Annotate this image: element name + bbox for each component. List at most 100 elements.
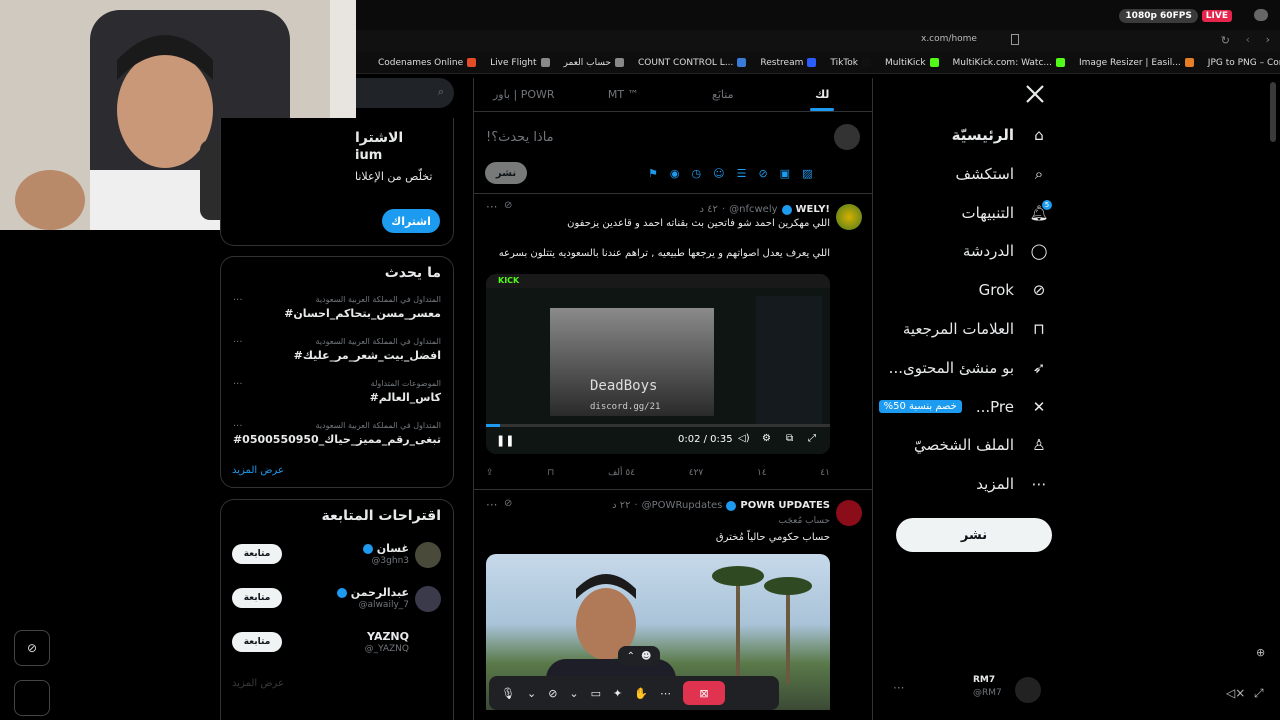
more-icon[interactable]: ··· — [486, 498, 497, 512]
forward-icon[interactable]: › — [1266, 33, 1270, 46]
trend-more-icon[interactable]: ··· — [233, 379, 243, 390]
suggestion-name-row[interactable]: غسان — [362, 542, 409, 555]
trend-more-icon[interactable]: ··· — [233, 295, 243, 306]
trend-name[interactable]: #كاس_العالم — [370, 391, 441, 404]
pause-icon[interactable]: ❚❚ — [496, 434, 514, 447]
gif-icon[interactable]: ▣ — [780, 167, 790, 180]
tweet-video[interactable]: KICK DeadBoys discord.gg/21 ❚❚ 0:02 / 0:… — [486, 274, 830, 454]
pip-icon[interactable]: ⧉ — [786, 433, 793, 444]
nav-item-9[interactable]: المزيد ⋯ — [976, 473, 1050, 495]
account-switcher[interactable]: ··· RM7 @RM7 — [885, 675, 1045, 703]
x-logo-icon[interactable] — [1025, 84, 1045, 107]
back-icon[interactable]: ‹ — [1246, 33, 1250, 46]
fullscreen-icon[interactable]: ⤢ — [808, 433, 816, 444]
present-icon[interactable]: ▭ — [591, 687, 601, 700]
mute-icon[interactable]: ◁× — [1226, 686, 1245, 700]
address-bar[interactable]: x.com/home ↻ ‹ › — [356, 30, 1280, 52]
bookmark-item[interactable]: MultiKick — [885, 58, 939, 68]
trends-show-more[interactable]: عرض المزيد — [232, 465, 284, 476]
bookmark-item[interactable]: Codenames Online — [378, 58, 477, 68]
tab-for-you[interactable]: لك — [773, 78, 873, 111]
settings-icon[interactable]: ⚙ — [762, 433, 771, 444]
like-count[interactable]: ٤٢٧ — [689, 468, 704, 478]
avatar[interactable] — [415, 542, 441, 568]
nav-item-5[interactable]: العلامات المرجعية ⊓ — [903, 318, 1050, 340]
premium-body: تخلّص من الإعلانا — [355, 170, 433, 183]
nav-item-4[interactable]: Grok ⊘ — [979, 279, 1050, 301]
trend-more-icon[interactable]: ··· — [233, 421, 243, 432]
views-count[interactable]: ٥٤ ألف — [608, 468, 635, 478]
grok-icon[interactable]: ⊘ — [504, 200, 512, 211]
zoom-icon[interactable]: ⊕ — [1256, 646, 1265, 659]
stop-share-button[interactable]: ⊠ — [682, 681, 725, 705]
more-icon[interactable]: ··· — [486, 200, 497, 214]
nav-label: ...Pre — [975, 397, 1014, 416]
nav-item-1[interactable]: استكشف ⌕ — [956, 163, 1050, 185]
effects-icon[interactable]: ✦ — [613, 687, 622, 700]
bookmark-star-icon[interactable] — [1011, 34, 1019, 45]
scrollbar[interactable] — [1270, 82, 1276, 142]
schedule-icon[interactable]: ◷ — [691, 167, 701, 180]
fullscreen-icon[interactable]: ⤢ — [1254, 686, 1264, 701]
subscribe-button[interactable]: اشتراك — [382, 209, 440, 233]
trend-name[interactable]: #افضل_بيت_شعر_مر_عليك — [294, 349, 441, 362]
trend-more-icon[interactable]: ··· — [233, 337, 243, 348]
follow-button[interactable]: متابعة — [232, 588, 282, 608]
trend-name[interactable]: #تبغى_رقم_مميز_حياك_0500550950 — [233, 433, 441, 446]
trend-name[interactable]: #معسر_مسن_بتحاكم_احسان — [284, 307, 441, 320]
poll-icon[interactable]: ☰ — [737, 167, 747, 180]
nav-item-7[interactable]: %50 خصم بنسبة ...Pre ✕ — [878, 396, 1050, 418]
bookmark-item[interactable]: COUNT CONTROL L... — [638, 58, 747, 68]
search-input[interactable]: ⌕ — [356, 78, 454, 108]
nav-item-8[interactable]: الملف الشخصيّ ♙ — [914, 434, 1050, 456]
tab-powr[interactable]: باور | POWR — [474, 78, 574, 111]
bookmark-icon[interactable]: ⊓ — [547, 468, 554, 478]
image-icon[interactable]: ▨ — [802, 167, 812, 180]
bookmark-item[interactable]: TikTok — [830, 58, 871, 68]
bookmark-item[interactable]: حساب العمر — [564, 58, 624, 68]
grok-floating-button[interactable]: ⊘ — [14, 630, 50, 666]
camera-off-icon[interactable]: ⊘ — [548, 687, 557, 700]
messages-floating-button[interactable] — [14, 680, 50, 716]
flag-icon[interactable]: ⚑ — [648, 167, 658, 180]
chat-bubble-icon[interactable] — [1254, 9, 1268, 21]
bookmark-item[interactable]: Live Flight — [490, 58, 550, 68]
more-options-icon[interactable]: ⋯ — [660, 687, 671, 700]
reload-icon[interactable]: ↻ — [1221, 34, 1230, 47]
emoji-icon[interactable]: ☺ — [713, 167, 724, 180]
bookmark-item[interactable]: JPG to PNG – Conve... — [1208, 58, 1280, 68]
tab-mt[interactable]: MT ™ — [574, 78, 674, 111]
compose-input[interactable]: ماذا يحدث؟! — [486, 130, 554, 145]
share-icon[interactable]: ⇪ — [486, 468, 494, 478]
bookmark-item[interactable]: MultiKick.com: Watc... — [953, 58, 1065, 68]
raise-hand-icon[interactable]: ✋ — [634, 687, 648, 700]
chevron-down-icon[interactable]: ⌄ — [527, 687, 536, 700]
nav-item-3[interactable]: الدردشة ◯ — [963, 240, 1050, 262]
chevron-down-icon[interactable]: ⌄ — [569, 687, 578, 700]
grok-icon[interactable]: ⊘ — [758, 167, 767, 180]
video-progress[interactable] — [486, 424, 500, 427]
tab-following[interactable]: متابَع — [673, 78, 773, 111]
avatar[interactable] — [415, 630, 441, 656]
participants-toggle[interactable]: ⌃ ☻ — [618, 646, 660, 666]
avatar[interactable] — [415, 586, 441, 612]
tweet[interactable]: ٤٢ د · @nfcwely WELY! ··· ⊘ اللي مهكرين … — [474, 194, 872, 490]
volume-icon[interactable]: ◁) — [738, 433, 750, 444]
nav-item-0[interactable]: الرئيسيّة ⌂ — [952, 124, 1050, 146]
follow-button[interactable]: متابعة — [232, 632, 282, 652]
compose-post-button[interactable]: نشر — [485, 162, 527, 184]
location-icon[interactable]: ◉ — [670, 167, 680, 180]
grok-icon[interactable]: ⊘ — [504, 498, 512, 509]
suggestion-name-row[interactable]: عبدالرحمن — [336, 586, 409, 599]
repost-count[interactable]: ١٤ — [757, 468, 767, 478]
bookmark-item[interactable]: Image Resizer | Easil... — [1079, 58, 1194, 68]
follow-button[interactable]: متابعة — [232, 544, 282, 564]
suggestion-name-row[interactable]: YAZNQ — [367, 630, 409, 643]
bookmark-item[interactable]: Restream — [760, 58, 817, 68]
mic-icon[interactable]: 🎙 — [501, 687, 515, 700]
reply-count[interactable]: ٤١ — [820, 468, 830, 478]
nav-item-6[interactable]: ...بو منشئ المحتوى ➶ — [889, 357, 1050, 379]
post-button[interactable]: نشر — [896, 518, 1052, 552]
nav-item-2[interactable]: التنبيهات 🔔︎ 5 — [962, 199, 1052, 224]
follow-show-more[interactable]: عرض المزيد — [232, 678, 284, 689]
